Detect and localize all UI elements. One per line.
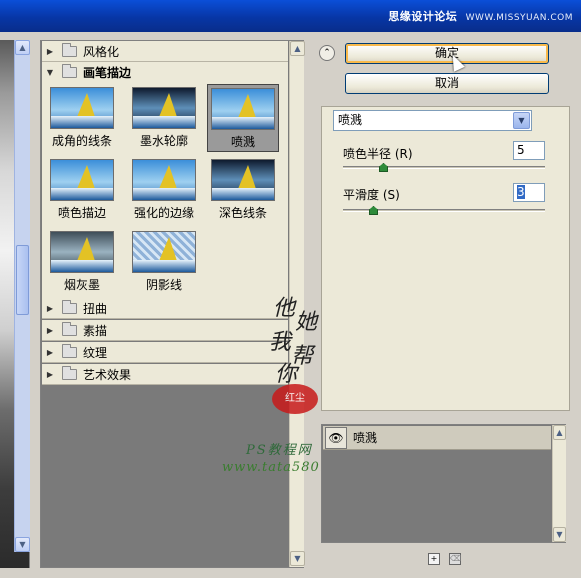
title-bar: 思缘设计论坛 WWW.MISSYUAN.COM xyxy=(0,0,581,32)
brand-watermark: 思缘设计论坛 WWW.MISSYUAN.COM xyxy=(388,8,573,24)
category-sketch[interactable]: ▶ 素描 xyxy=(42,320,288,341)
filter-preview-image xyxy=(211,88,275,130)
filter-select-dropdown[interactable]: 喷溅 ▼ xyxy=(333,110,532,131)
expand-triangle-icon[interactable]: ▶ xyxy=(42,326,58,335)
expand-triangle-icon[interactable]: ▶ xyxy=(42,304,58,313)
folder-icon xyxy=(62,321,77,336)
spray-radius-value: 5 xyxy=(517,143,525,157)
filter-thumb-dark-strokes[interactable]: 深色线条 xyxy=(207,156,279,224)
category-brush-strokes[interactable]: ▼ 画笔描边 xyxy=(42,62,288,83)
brand-domain: WWW.MISSYUAN.COM xyxy=(465,13,573,23)
scroll-up-icon[interactable]: ▲ xyxy=(290,41,305,56)
category-texture[interactable]: ▶ 纹理 xyxy=(42,342,288,363)
filter-preview-image xyxy=(132,231,196,273)
expand-triangle-icon[interactable]: ▶ xyxy=(42,348,58,357)
folder-icon xyxy=(62,365,77,380)
filter-preview-image xyxy=(132,159,196,201)
spray-radius-label: 喷色半径 (R) xyxy=(343,147,413,161)
filter-label: 强化的边缘 xyxy=(133,206,194,220)
smoothness-value: 3 xyxy=(517,185,525,199)
filter-label: 喷溅 xyxy=(230,135,255,149)
effect-layer-label: 喷溅 xyxy=(353,431,378,445)
chevron-down-icon[interactable]: ▼ xyxy=(513,112,530,129)
watermark-ps-text: PS教程网 xyxy=(246,443,313,458)
filter-label: 墨水轮廓 xyxy=(139,134,188,148)
expand-triangle-icon[interactable]: ▶ xyxy=(42,370,58,379)
smoothness-label: 平滑度 (S) xyxy=(343,188,400,202)
watermark-char: 他 xyxy=(273,296,296,321)
filter-thumb-sprayed-strokes[interactable]: 喷色描边 xyxy=(46,156,118,224)
filter-thumb-ink-outlines[interactable]: 墨水轮廓 xyxy=(128,84,200,152)
scroll-up-icon[interactable]: ▲ xyxy=(553,425,566,440)
filter-thumb-accented-edges[interactable]: 强化的边缘 xyxy=(128,156,200,224)
category-label: 艺术效果 xyxy=(83,367,132,382)
preview-scrollbar[interactable]: ▲ ▼ xyxy=(14,40,30,552)
watermark-char: 我 xyxy=(269,330,292,355)
filter-thumb-crosshatch[interactable]: 阴影线 xyxy=(128,228,200,296)
filter-preview-image xyxy=(211,159,275,201)
filter-thumb-angled-strokes[interactable]: 成角的线条 xyxy=(46,84,118,152)
preview-scroll-thumb[interactable] xyxy=(16,245,29,315)
filter-label: 阴影线 xyxy=(145,278,182,292)
collapse-triangle-icon[interactable]: ▼ xyxy=(42,68,58,77)
thumbnail-grid: 成角的线条 墨水轮廓 喷溅 喷色描边 强化的边缘 深色线条 烟灰墨 阴影线 xyxy=(42,82,288,298)
filter-preview-image xyxy=(50,87,114,129)
folder-icon xyxy=(62,343,77,358)
cancel-button[interactable]: 取消 xyxy=(345,73,549,94)
scroll-up-icon[interactable]: ▲ xyxy=(15,40,30,55)
folder-icon xyxy=(62,299,77,314)
watermark-char: 她 xyxy=(295,310,318,335)
spray-radius-input[interactable]: 5 xyxy=(513,141,545,160)
layers-scrollbar[interactable]: ▲ ▼ xyxy=(552,425,566,542)
filter-label: 喷色描边 xyxy=(57,206,106,220)
open-folder-icon xyxy=(62,63,77,78)
category-stylize[interactable]: ▶ 风格化 xyxy=(42,41,288,62)
expand-triangle-icon[interactable]: ▶ xyxy=(42,47,58,56)
spray-radius-slider[interactable] xyxy=(343,166,545,169)
category-label: 风格化 xyxy=(83,44,120,59)
category-label: 扭曲 xyxy=(83,301,108,316)
scroll-down-icon[interactable]: ▼ xyxy=(290,551,305,566)
scroll-down-icon[interactable]: ▼ xyxy=(15,537,30,552)
filter-preview-image xyxy=(50,231,114,273)
effect-layer-row[interactable]: 👁 喷溅 xyxy=(323,426,551,450)
smoothness-input[interactable]: 3 xyxy=(513,183,545,202)
filter-thumb-spatter[interactable]: 喷溅 xyxy=(207,84,279,152)
ok-button[interactable]: 确定 xyxy=(345,43,549,64)
category-label: 纹理 xyxy=(83,345,108,360)
folder-icon xyxy=(62,42,77,57)
effect-layers-panel: 👁 喷溅 ▲ ▼ xyxy=(321,424,566,543)
scroll-down-icon[interactable]: ▼ xyxy=(553,527,566,542)
category-label: 素描 xyxy=(83,323,108,338)
category-artistic[interactable]: ▶ 艺术效果 xyxy=(42,364,288,385)
trash-icon[interactable]: ⌫ xyxy=(449,553,461,565)
filter-select-value: 喷溅 xyxy=(338,113,363,127)
filter-label: 烟灰墨 xyxy=(63,278,100,292)
filter-label: 深色线条 xyxy=(218,206,267,220)
new-layer-icon[interactable]: + xyxy=(428,553,440,565)
brand-title: 思缘设计论坛 xyxy=(388,10,458,23)
category-distort[interactable]: ▶ 扭曲 xyxy=(42,298,288,319)
category-label: 画笔描边 xyxy=(83,65,132,80)
filter-preview-image xyxy=(50,159,114,201)
double-chevron-up-icon[interactable]: ⌃ xyxy=(319,45,335,61)
filter-label: 成角的线条 xyxy=(51,134,112,148)
filter-preview-image xyxy=(132,87,196,129)
filter-thumb-sumi-e[interactable]: 烟灰墨 xyxy=(46,228,118,296)
red-seal-stamp: 红尘 xyxy=(272,384,318,414)
eye-icon[interactable]: 👁 xyxy=(325,426,347,449)
